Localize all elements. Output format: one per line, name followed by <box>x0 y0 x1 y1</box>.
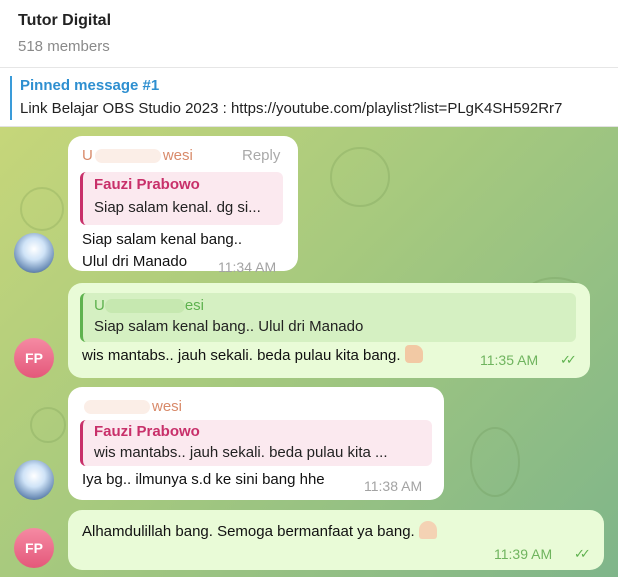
user-avatar[interactable]: FP <box>14 338 54 378</box>
user-avatar[interactable]: FP <box>14 528 54 568</box>
wallpaper-doodle <box>30 407 66 443</box>
quoted-message[interactable]: Fauzi Prabowo wis mantabs.. jauh sekali.… <box>80 420 432 466</box>
wallpaper-doodle <box>470 427 520 497</box>
pinned-indicator <box>10 76 12 120</box>
user-avatar[interactable] <box>14 460 54 500</box>
double-check-icon: ✓✓ <box>560 352 577 367</box>
member-count: 518 members <box>18 38 110 55</box>
wallpaper-doodle <box>330 147 390 207</box>
double-check-icon: ✓✓ <box>574 546 591 561</box>
folded-hands-emoji <box>418 521 437 539</box>
message-time: 11:34 AM <box>218 259 277 275</box>
message-text: Iya bg.. ilmunya s.d ke sini bang hhe <box>82 471 325 488</box>
quote-text: Siap salam kenal bang.. Ulul dri Manado <box>94 318 364 335</box>
reply-button[interactable]: Reply <box>242 147 280 164</box>
pinned-message-bar[interactable]: Pinned message #1 Link Belajar OBS Studi… <box>0 69 618 127</box>
incoming-message[interactable]: Uwesi Reply Fauzi Prabowo Siap salam ken… <box>68 136 298 275</box>
message-time: 11:35 AM <box>480 352 539 368</box>
message-text: Ulul dri Manado <box>82 253 188 270</box>
message-time: 11:38 AM <box>364 478 423 494</box>
blurred-name <box>94 149 161 164</box>
blurred-name <box>104 299 185 314</box>
quote-sender: Fauzi Prabowo <box>94 423 200 440</box>
sender-name[interactable]: wesi <box>82 398 182 415</box>
chat-title: Tutor Digital <box>18 12 112 29</box>
chat-header[interactable]: Tutor Digital 518 members <box>0 0 618 68</box>
incoming-message[interactable]: wesi Fauzi Prabowo wis mantabs.. jauh se… <box>68 387 444 500</box>
quoted-message[interactable]: Uesi Siap salam kenal bang.. Ulul dri Ma… <box>80 293 576 342</box>
blurred-name <box>84 400 150 415</box>
message-text: Alhamdulillah bang. Semoga bermanfaat ya… <box>82 521 437 543</box>
outgoing-message[interactable]: Uesi Siap salam kenal bang.. Ulul dri Ma… <box>68 283 590 378</box>
quote-text: wis mantabs.. jauh sekali. beda pulau ki… <box>94 444 388 461</box>
wallpaper-doodle <box>20 187 64 231</box>
chat-area[interactable]: Uwesi Reply Fauzi Prabowo Siap salam ken… <box>0 127 618 577</box>
quote-sender: Uesi <box>94 297 205 314</box>
user-avatar[interactable] <box>14 233 54 273</box>
sender-name[interactable]: Uwesi <box>82 147 193 164</box>
message-text: Siap salam kenal bang.. <box>82 231 243 248</box>
pinned-text: Link Belajar OBS Studio 2023 : https://y… <box>20 100 563 117</box>
message-time: 11:39 AM <box>494 546 553 562</box>
outgoing-message[interactable]: Alhamdulillah bang. Semoga bermanfaat ya… <box>68 510 604 570</box>
quote-sender: Fauzi Prabowo <box>94 176 200 193</box>
message-text: wis mantabs.. jauh sekali. beda pulau ki… <box>82 345 423 367</box>
quoted-message[interactable]: Fauzi Prabowo Siap salam kenal. dg si... <box>80 172 283 225</box>
quote-text: Siap salam kenal. dg si... <box>94 199 261 216</box>
thumbs-up-emoji <box>404 345 423 363</box>
pinned-title: Pinned message #1 <box>20 77 160 94</box>
